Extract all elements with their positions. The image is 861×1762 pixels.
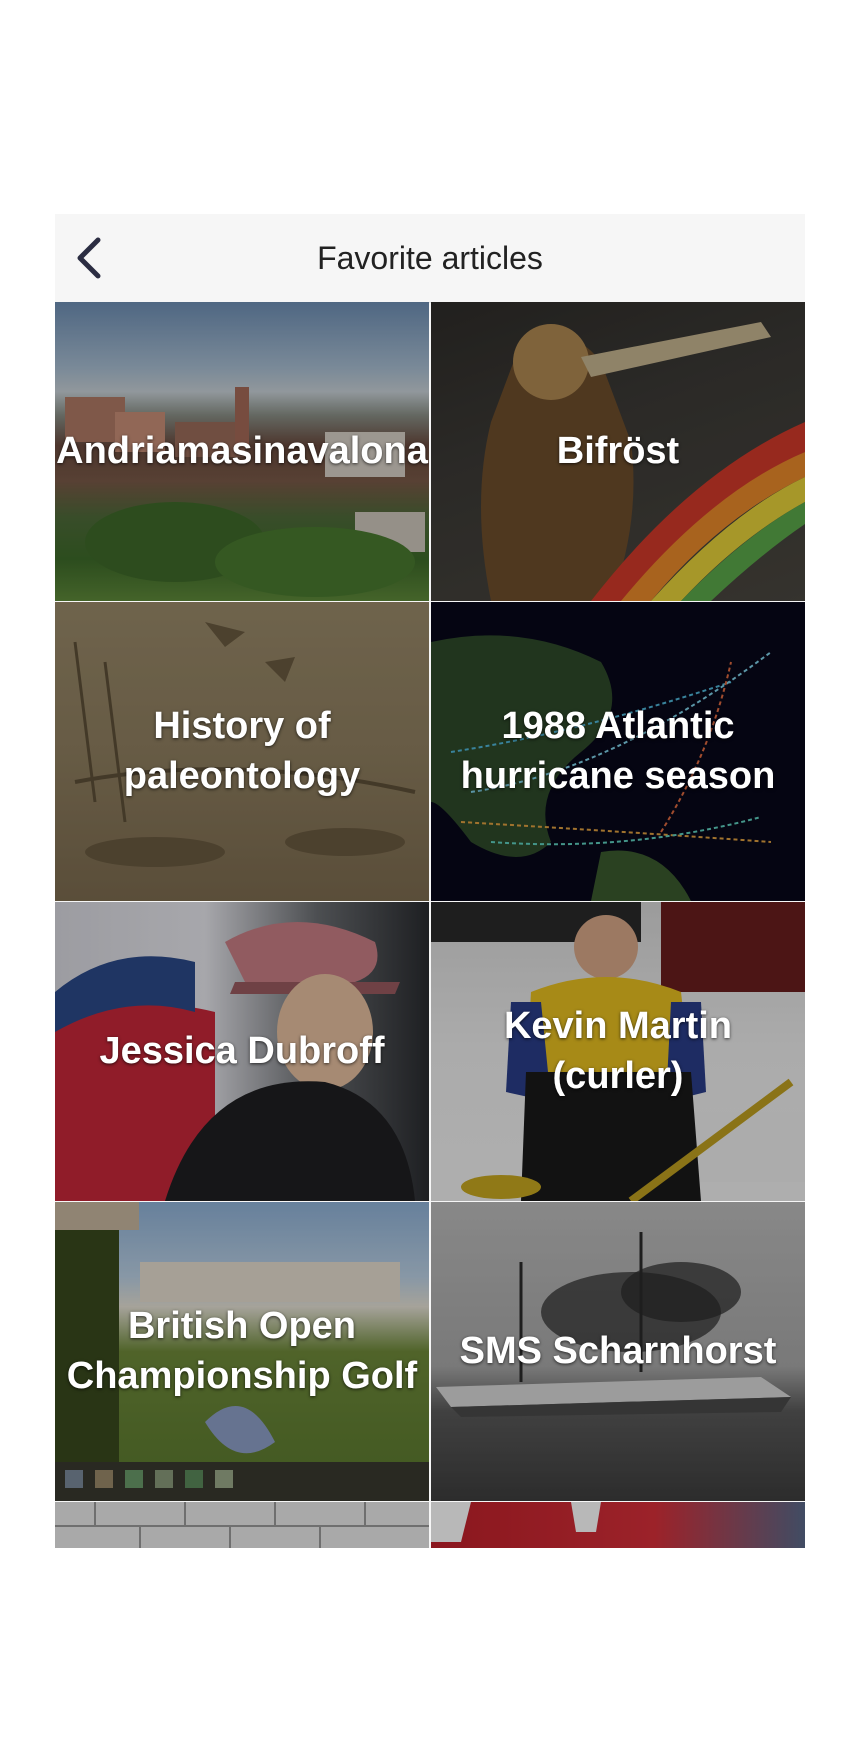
article-title: History of paleontology <box>123 705 361 797</box>
chevron-left-icon <box>77 237 101 279</box>
page-title: Favorite articles <box>317 240 543 276</box>
article-tile[interactable]: Jessica Dubroff <box>55 902 429 1201</box>
article-tile[interactable] <box>431 1502 805 1548</box>
article-tile[interactable]: 1988 Atlantic hurricane season <box>431 602 805 901</box>
back-button[interactable] <box>67 232 111 284</box>
article-tile[interactable] <box>55 1502 429 1548</box>
article-title: 1988 Atlantic hurricane season <box>460 705 776 797</box>
article-title: British Open Championship Golf <box>66 1305 418 1397</box>
article-title: Andriamasinavalona <box>56 429 428 472</box>
article-title: SMS Scharnhorst <box>459 1329 777 1372</box>
top-bar: Favorite articles <box>55 214 805 303</box>
article-tile[interactable]: British Open Championship Golf <box>55 1202 429 1501</box>
tile-overlay <box>55 1502 429 1548</box>
article-title: Jessica Dubroff <box>99 1029 385 1072</box>
article-title: Bifröst <box>556 429 680 472</box>
tile-overlay <box>431 1502 805 1548</box>
article-tile[interactable]: Andriamasinavalona <box>55 302 429 601</box>
article-tile[interactable]: Kevin Martin (curler) <box>431 902 805 1201</box>
article-tile[interactable]: History of paleontology <box>55 602 429 901</box>
favorites-screen: Favorite articles Andriamasinavalona Bif… <box>55 214 805 1548</box>
article-tile[interactable]: SMS Scharnhorst <box>431 1202 805 1501</box>
article-tile[interactable]: Bifröst <box>431 302 805 601</box>
article-title: Kevin Martin (curler) <box>503 1005 733 1097</box>
